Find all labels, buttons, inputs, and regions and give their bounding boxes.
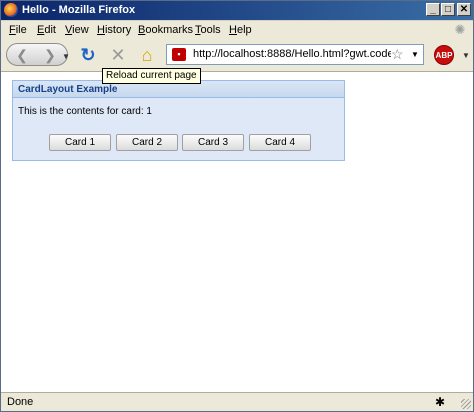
url-input[interactable]: http://localhost:8888/Hello.html?gwt.cod… [193,48,391,60]
status-bar: Done ✱ [1,392,473,411]
card-2-button[interactable]: Card 2 [116,134,178,151]
back-arrow-icon[interactable]: ❮ [13,46,31,64]
maximize-button[interactable]: □ [441,3,455,16]
forward-arrow-icon[interactable]: ❯ [41,46,59,64]
url-dropdown-icon[interactable]: ▼ [411,50,419,59]
addon-status-icon[interactable]: ✱ [432,394,448,410]
home-icon[interactable]: ⌂ [136,44,158,66]
card-4-button[interactable]: Card 4 [249,134,311,151]
menu-bookmarks[interactable]: Bookmarks [138,24,193,36]
status-text: Done [7,396,34,408]
close-button[interactable]: ✕ [457,3,471,16]
card-1-button[interactable]: Card 1 [49,134,111,151]
card-content-text: This is the contents for card: 1 [18,106,152,117]
title-bar[interactable]: Hello - Mozilla Firefox _ □ ✕ [1,1,473,20]
adblock-dropdown-icon[interactable]: ▼ [462,51,470,60]
minimize-button[interactable]: _ [426,3,440,16]
history-dropdown-icon[interactable]: ▼ [62,52,70,61]
window-title: Hello - Mozilla Firefox [22,4,136,16]
browser-window: Hello - Mozilla Firefox _ □ ✕ File Edit … [0,0,474,412]
stop-icon[interactable]: ✕ [107,44,129,66]
menu-help[interactable]: Help [229,24,252,36]
card-3-button[interactable]: Card 3 [182,134,244,151]
menu-edit[interactable]: Edit [37,24,56,36]
menu-history[interactable]: History [97,24,131,36]
reload-icon[interactable]: ↻ [77,44,99,66]
menu-file[interactable]: File [9,24,27,36]
menu-tools[interactable]: Tools [195,24,221,36]
site-favicon-icon: ▪ [172,48,186,61]
bookmark-star-icon[interactable]: ☆ [391,46,404,63]
throbber-icon: ✺ [454,22,466,37]
menu-bar: File Edit View History Bookmarks Tools H… [1,21,473,39]
url-bar[interactable]: ▪ http://localhost:8888/Hello.html?gwt.c… [166,44,424,65]
back-forward-group: ❮ ❯ [6,43,68,66]
adblock-icon[interactable]: ABP [434,45,454,65]
menu-view[interactable]: View [65,24,89,36]
resize-grip[interactable] [461,399,471,409]
firefox-icon [4,3,18,17]
cardlayout-panel: CardLayout Example This is the contents … [12,80,345,161]
reload-tooltip: Reload current page [102,68,201,84]
navigation-toolbar: ❮ ❯ ▼ ↻ ✕ ⌂ ▪ http://localhost:8888/Hell… [1,39,473,72]
